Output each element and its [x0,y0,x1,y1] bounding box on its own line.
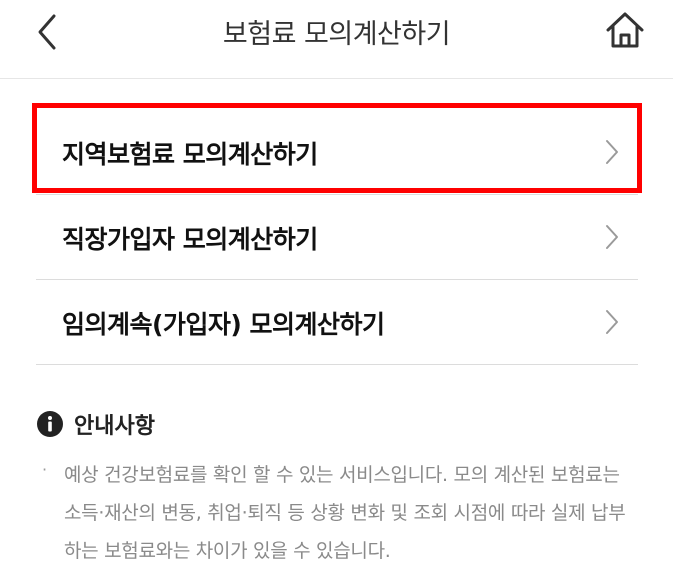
home-icon [606,12,644,48]
notice-text: 예상 건강보험료를 확인 할 수 있는 서비스입니다. 모의 계산된 보험료는 … [64,464,626,562]
notice-bullet: · [42,460,48,479]
menu-item-voluntary-continuation[interactable]: 임의계속(가입자) 모의계산하기 [36,280,638,365]
home-button[interactable] [603,8,647,52]
chevron-right-icon [606,140,618,164]
notice-title: 안내사항 [74,414,155,439]
app-header: 보험료 모의계산하기 [0,0,673,79]
info-icon [37,411,63,437]
menu-item-label: 직장가입자 모의계산하기 [62,225,318,254]
menu-item-label: 임의계속(가입자) 모의계산하기 [62,310,385,339]
menu-item-label: 지역보험료 모의계산하기 [62,140,318,169]
page: 보험료 모의계산하기 지역보험료 모의계산하기 직장가입자 모의계산하기 임의계… [0,0,673,567]
menu-item-employee[interactable]: 직장가입자 모의계산하기 [36,195,638,280]
chevron-right-icon [606,310,618,334]
chevron-right-icon [606,225,618,249]
menu-item-regional[interactable]: 지역보험료 모의계산하기 [36,110,638,195]
page-title: 보험료 모의계산하기 [222,19,451,50]
calculator-menu: 지역보험료 모의계산하기 직장가입자 모의계산하기 임의계속(가입자) 모의계산… [36,110,638,365]
